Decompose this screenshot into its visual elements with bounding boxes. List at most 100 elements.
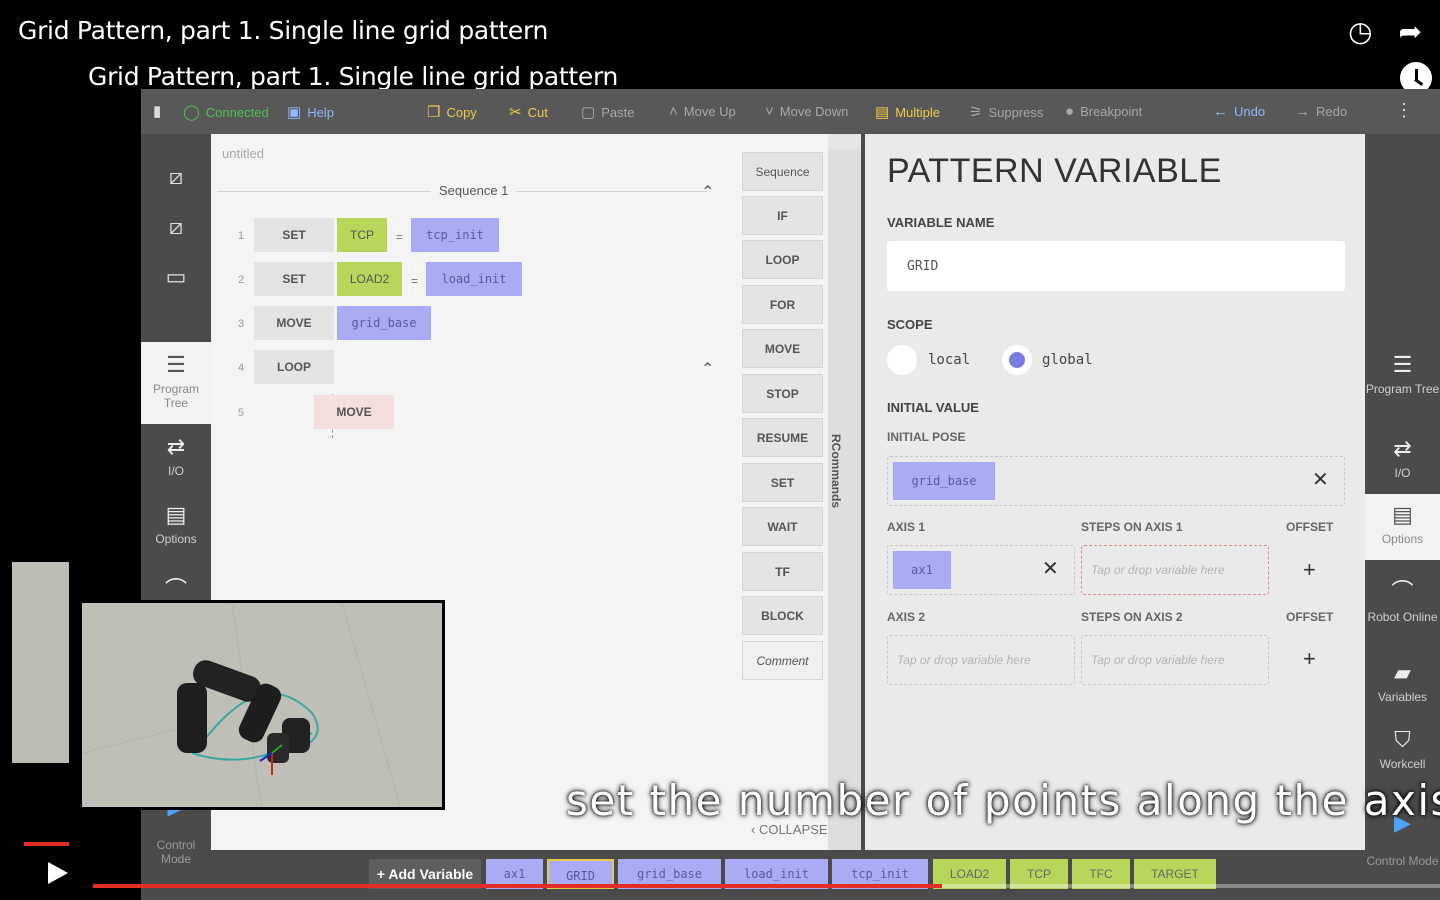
steps-axis1-label: STEPS ON AXIS 1: [1081, 520, 1183, 534]
variable-chip-grid-base[interactable]: grid_base: [337, 306, 431, 340]
io-arrows-icon: ⇄: [1393, 436, 1412, 461]
play-icon[interactable]: [48, 862, 68, 884]
cmd-stop[interactable]: STOP: [742, 374, 823, 413]
move-up-button[interactable]: ˄ Move Up: [669, 103, 736, 120]
variable-chip-tcp-init[interactable]: tcp_init: [411, 218, 499, 252]
tree-node-move[interactable]: MOVE: [254, 306, 334, 340]
suppress-button[interactable]: ⚞ Suppress: [969, 103, 1043, 121]
right-rail-variables[interactable]: ▰ Variables: [1365, 660, 1440, 704]
cmd-for[interactable]: FOR: [742, 285, 823, 324]
clock-icon[interactable]: ◷: [1348, 18, 1372, 46]
progress-bar[interactable]: [93, 884, 942, 888]
share-arrow-icon[interactable]: ➦: [1399, 18, 1422, 46]
left-rail-options[interactable]: ▤ Options: [141, 502, 211, 546]
steps-axis2-placeholder: Tap or drop variable here: [1091, 653, 1225, 667]
scope-label: SCOPE: [887, 317, 933, 332]
pattern-variable-panel: PATTERN VARIABLE VARIABLE NAME GRID SCOP…: [865, 134, 1365, 850]
axis1-chip[interactable]: ax1: [893, 551, 951, 589]
breakpoint-button[interactable]: ● Breakpoint: [1065, 103, 1142, 120]
briefcase-icon: ▰: [1394, 660, 1411, 685]
tree-node-move[interactable]: MOVE: [314, 395, 394, 429]
add-offset2-button[interactable]: +: [1303, 646, 1316, 672]
multiple-icon: ▤: [875, 104, 890, 121]
cmd-wait[interactable]: WAIT: [742, 507, 823, 546]
scope-local-label[interactable]: local: [928, 352, 970, 368]
right-rail-workcell[interactable]: ⛉ Workcell: [1365, 727, 1440, 771]
copy-button[interactable]: ❐ Copy: [427, 103, 477, 121]
panel-title: PATTERN VARIABLE: [887, 152, 1222, 190]
robot-simulation-inset: [79, 600, 445, 810]
scope-local-radio[interactable]: [887, 345, 917, 375]
initial-pose-chip[interactable]: grid_base: [893, 462, 995, 500]
arrow-right-icon: →: [1295, 103, 1310, 120]
redo-button[interactable]: → Redo: [1295, 103, 1347, 120]
cmd-loop[interactable]: LOOP: [742, 240, 823, 279]
cmd-comment[interactable]: Comment: [742, 641, 823, 680]
close-icon[interactable]: ✕: [1312, 467, 1329, 492]
variables-bar: + Add Variable ax1 GRID grid_base load_i…: [211, 850, 1365, 900]
offset1-label: OFFSET: [1286, 520, 1334, 534]
sequence-label[interactable]: Sequence 1: [431, 183, 517, 198]
steps-axis1-placeholder: Tap or drop variable here: [1091, 563, 1225, 577]
variable-chip-load2[interactable]: LOAD2: [337, 262, 402, 296]
right-rail-program-tree[interactable]: ☰ Program Tree: [1365, 352, 1440, 396]
cmd-block[interactable]: BLOCK: [742, 596, 823, 635]
rcommands-label[interactable]: RCommands: [829, 434, 843, 508]
initial-pose-label: INITIAL POSE: [887, 430, 966, 444]
cmd-move[interactable]: MOVE: [742, 329, 823, 368]
chevron-up-icon: ˄: [669, 103, 678, 120]
tree-node-set[interactable]: SET: [254, 218, 334, 252]
scope-global-label[interactable]: global: [1042, 352, 1093, 368]
undo-button[interactable]: ← Undo: [1213, 103, 1265, 120]
equals-sign: =: [411, 274, 419, 288]
right-rail-robot-online[interactable]: ⌒ Robot Online: [1365, 574, 1440, 624]
list-icon: ☰: [166, 352, 186, 377]
variable-chip-tcp[interactable]: TCP: [337, 218, 387, 252]
paste-button[interactable]: ▢ Paste: [581, 103, 634, 121]
video-caption: set the number of points along the axis: [566, 776, 1440, 825]
chevron-up-icon[interactable]: ⌃: [701, 182, 714, 202]
commands-palette: Sequence IF LOOP FOR MOVE STOP RESUME SE…: [733, 134, 828, 850]
no-image-icon[interactable]: ⧄: [161, 214, 191, 244]
scissors-icon: ✂: [509, 104, 522, 121]
help-button[interactable]: ▣ Help: [287, 103, 334, 121]
clipboard-icon: ▤: [165, 502, 187, 527]
left-rail-program-tree[interactable]: ☰ Program Tree: [141, 342, 211, 424]
tree-node-loop[interactable]: LOOP: [254, 350, 334, 384]
cmd-set[interactable]: SET: [742, 463, 823, 502]
row-number: 4: [238, 362, 245, 374]
chevron-up-icon[interactable]: ⌃: [701, 359, 714, 379]
briefcase-icon[interactable]: ▭: [161, 264, 191, 294]
connected-icon: ◯: [183, 104, 200, 121]
chapter-marker: [24, 842, 69, 846]
row-number: 2: [238, 274, 245, 286]
left-rail-io[interactable]: ⇄ I/O: [141, 434, 211, 478]
tree-node-set[interactable]: SET: [254, 262, 334, 296]
close-icon[interactable]: ✕: [1042, 556, 1059, 581]
list-icon: ☰: [1392, 352, 1413, 377]
copy-icon: ❐: [427, 104, 441, 121]
variable-name-field[interactable]: GRID: [887, 241, 1345, 291]
right-rail-options[interactable]: ▤ Options: [1365, 494, 1440, 560]
robot-arm-icon: ⌒: [1391, 579, 1414, 604]
add-offset1-button[interactable]: +: [1303, 557, 1316, 583]
cmd-if[interactable]: IF: [742, 196, 823, 235]
io-arrows-icon: ⇄: [166, 434, 186, 459]
more-menu-icon[interactable]: ⋮: [1395, 100, 1413, 121]
cmd-resume[interactable]: RESUME: [742, 418, 823, 457]
right-rail-io[interactable]: ⇄ I/O: [1365, 436, 1440, 480]
scope-global-radio[interactable]: [1002, 345, 1032, 375]
no-image-icon[interactable]: ⧄: [161, 164, 191, 194]
multiple-button[interactable]: ▤ Multiple: [875, 103, 940, 121]
cmd-sequence[interactable]: Sequence: [742, 152, 823, 191]
equals-sign: =: [396, 230, 404, 244]
youtube-top-title[interactable]: Grid Pattern, part 1. Single line grid p…: [18, 16, 548, 44]
cmd-tf[interactable]: TF: [742, 552, 823, 591]
cut-button[interactable]: ✂ Cut: [509, 103, 548, 121]
robot-arm-illustration: [82, 603, 442, 807]
variable-chip-load-init[interactable]: load_init: [426, 262, 522, 296]
breakpoint-icon: ●: [1065, 103, 1075, 120]
move-down-button[interactable]: ˅ Move Down: [765, 103, 848, 120]
help-icon: ▣: [287, 104, 302, 121]
chevron-down-icon: ˅: [765, 103, 774, 120]
